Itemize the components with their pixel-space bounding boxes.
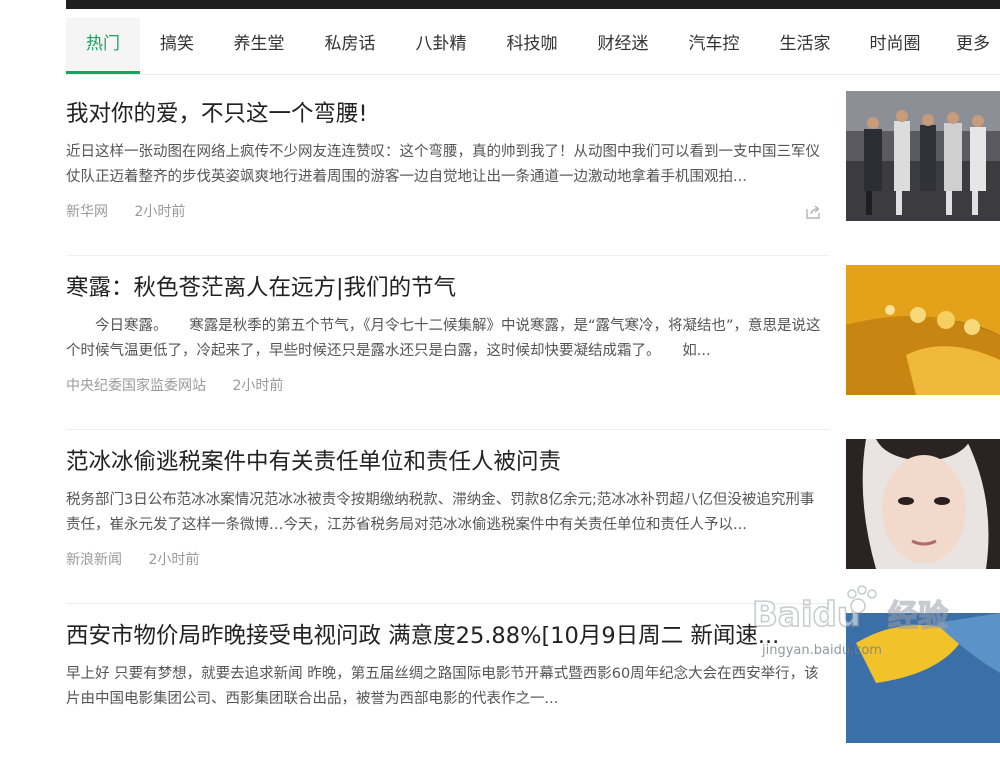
article-title[interactable]: 我对你的爱，不只这一个弯腰!: [66, 96, 826, 128]
article-title[interactable]: 寒露：秋色苍茫离人在远方|我们的节气: [66, 270, 826, 302]
tab-label: 科技咖: [506, 34, 558, 54]
article-summary: 近日这样一张动图在网络上疯传不少网友连连赞叹：这个弯腰，真的帅到我了！从动图中我…: [66, 144, 820, 185]
tab-private-talk[interactable]: 私房话: [313, 18, 387, 74]
baidu-logo-text: Baidu: [752, 595, 861, 635]
tab-more[interactable]: 更多: [946, 18, 1000, 74]
category-tabs: 热门 搞笑 养生堂 私房话 八卦精 科技咖 财经迷 汽车控 生活家 时尚圈 更多: [66, 18, 1000, 75]
tab-auto[interactable]: 汽车控: [677, 18, 751, 74]
share-icon[interactable]: [805, 204, 821, 220]
tab-label: 汽车控: [688, 34, 740, 54]
article-title[interactable]: 范冰冰偷逃税案件中有关责任单位和责任人被问责: [66, 444, 826, 476]
top-banner-strip: [66, 0, 1000, 9]
news-item[interactable]: 我对你的爱，不只这一个弯腰! 近日这样一张动图在网络上疯传不少网友连连赞叹：这个…: [66, 82, 1000, 256]
article-source: 新浪新闻: [66, 552, 122, 568]
tab-label: 财经迷: [597, 34, 649, 54]
article-source: 中央纪委国家监委网站: [66, 378, 206, 394]
article-meta: 新浪新闻 2小时前: [66, 549, 221, 569]
article-meta: 新华网 2小时前: [66, 201, 207, 221]
baidu-jingyan-watermark: Baidu 经验 jingyan.baidu.com: [748, 576, 1000, 687]
tab-hot[interactable]: 热门: [66, 18, 140, 74]
tab-finance[interactable]: 财经迷: [586, 18, 660, 74]
tab-gossip[interactable]: 八卦精: [404, 18, 478, 74]
article-time: 2小时前: [134, 204, 186, 220]
article-time: 2小时前: [232, 378, 284, 394]
article-thumbnail[interactable]: [846, 265, 1000, 395]
tab-label: 更多: [956, 34, 990, 54]
article-thumbnail[interactable]: [846, 91, 1000, 221]
active-tab-underline: [66, 71, 140, 74]
watermark-url: jingyan.baidu.com: [761, 643, 882, 658]
article-summary: 税务部门3日公布范冰冰案情况范冰冰被责令按期缴纳税款、滞纳金、罚款8亿余元;范冰…: [66, 492, 815, 533]
tab-health[interactable]: 养生堂: [222, 18, 296, 74]
tab-label: 养生堂: [233, 34, 285, 54]
tab-label: 私房话: [324, 34, 376, 54]
article-thumbnail[interactable]: [846, 439, 1000, 569]
tab-label: 八卦精: [415, 34, 467, 54]
article-time: 2小时前: [148, 552, 200, 568]
tab-label: 热门: [86, 34, 120, 54]
article-summary: 早上好 只要有梦想，就要去追求新闻 昨晚，第五届丝绸之路国际电影节开幕式暨西影6…: [66, 666, 819, 707]
article-meta: 中央纪委国家监委网站 2小时前: [66, 375, 305, 395]
tab-life[interactable]: 生活家: [768, 18, 842, 74]
tab-fashion[interactable]: 时尚圈: [858, 18, 932, 74]
tab-tech[interactable]: 科技咖: [495, 18, 569, 74]
tab-label: 搞笑: [160, 34, 194, 54]
jingyan-logo-text: 经验: [888, 599, 948, 634]
article-title[interactable]: 西安市物价局昨晚接受电视问政 满意度25.88%[10月9日周二 新闻速...: [66, 618, 826, 650]
article-source: 新华网: [66, 204, 108, 220]
tab-funny[interactable]: 搞笑: [140, 18, 214, 74]
article-summary: 今日寒露。 寒露是秋季的第五个节气，《月令七十二候集解》中说寒露，是“露气寒冷，…: [66, 318, 821, 359]
news-item[interactable]: 寒露：秋色苍茫离人在远方|我们的节气 今日寒露。 寒露是秋季的第五个节气，《月令…: [66, 256, 1000, 430]
tab-label: 时尚圈: [869, 34, 921, 54]
tab-label: 生活家: [779, 34, 831, 54]
